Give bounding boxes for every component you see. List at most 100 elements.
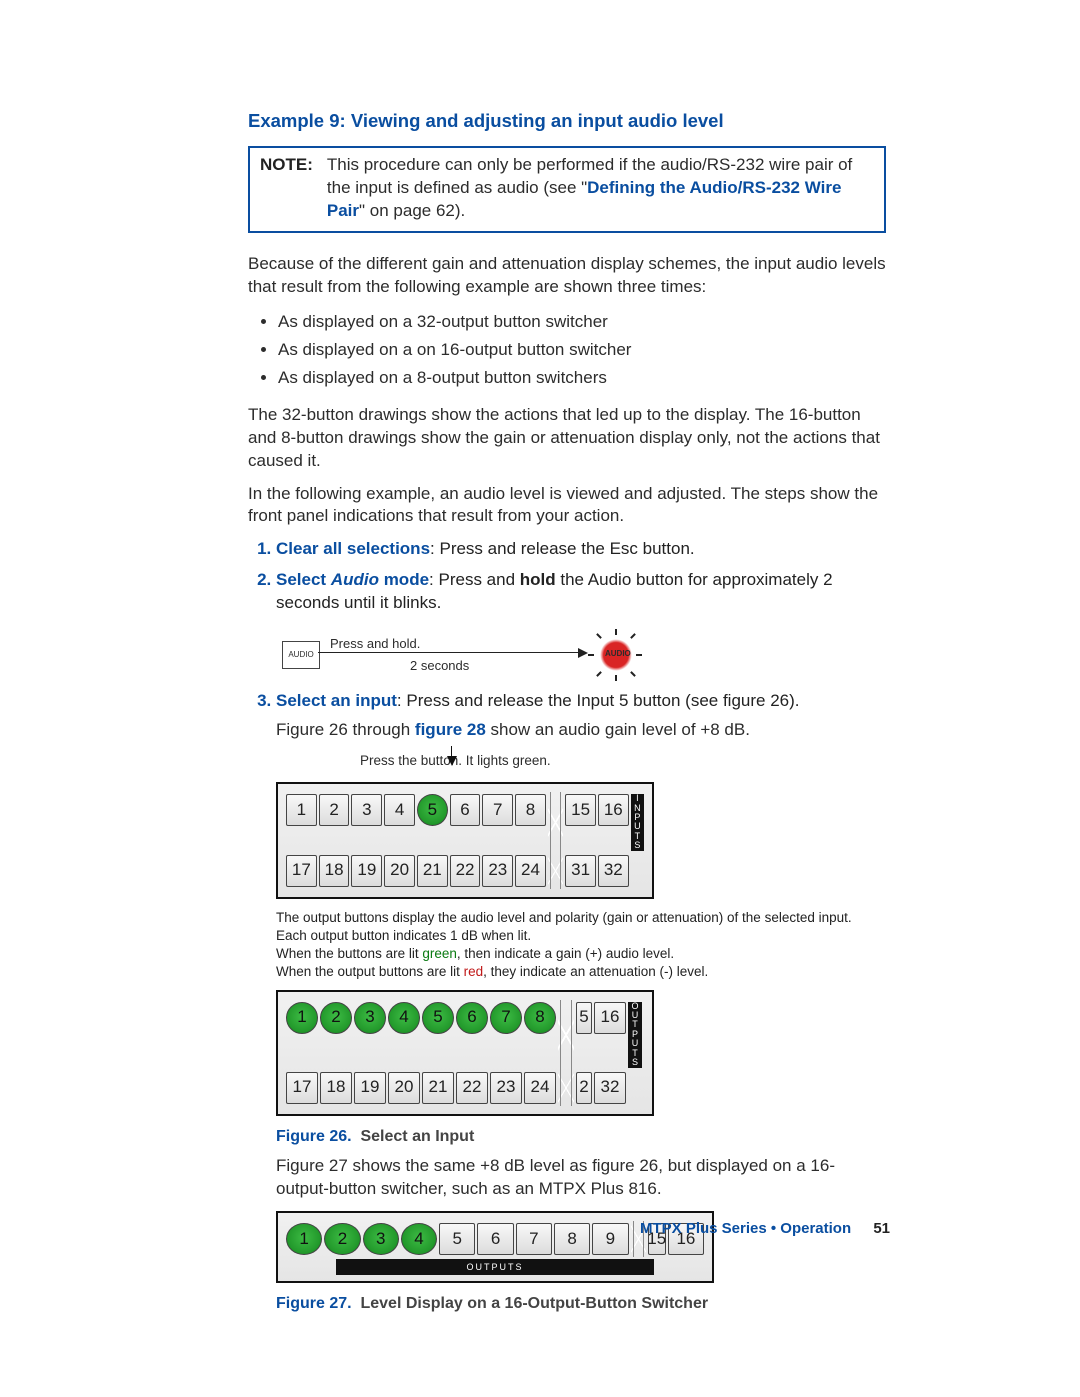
blink-tick-icon	[588, 654, 594, 656]
notes-span: , they indicate an attenuation (-) level…	[483, 964, 708, 979]
step-1: Clear all selections: Press and release …	[276, 538, 886, 561]
panel-break-icon	[548, 794, 563, 851]
step-2-label-pre: Select	[276, 570, 331, 589]
output-button-lit: 3	[363, 1223, 399, 1255]
heading-example: Example 9: Viewing and adjusting an inpu…	[248, 110, 886, 132]
inputs-vertical-label: INPUTS	[631, 794, 644, 851]
figure-28-link[interactable]: figure 28	[415, 720, 486, 739]
output-button-lit: 7	[490, 1002, 522, 1034]
output-button-lit: 6	[456, 1002, 488, 1034]
output-button: 16	[594, 1002, 626, 1034]
input-button: 18	[319, 855, 350, 887]
input-button: 23	[482, 855, 513, 887]
output-button: 9	[592, 1223, 628, 1255]
fig-line-post: show an audio gain level of +8 dB.	[486, 720, 750, 739]
input-button: 8	[515, 794, 546, 826]
note-text: This procedure can only be performed if …	[327, 154, 874, 223]
input-button: 16	[598, 794, 629, 826]
notes-span: , then indicate a gain (+) audio level.	[457, 946, 674, 961]
step-2-hold: hold	[520, 570, 556, 589]
para-32btn: The 32-button drawings show the actions …	[248, 404, 886, 473]
step-3-text: : Press and release the Input 5 button (…	[397, 691, 800, 710]
blink-tick-icon	[596, 671, 602, 677]
audio-button-blinking: AUDIO	[592, 631, 640, 679]
input-button: 31	[565, 855, 596, 887]
notes-line: Each output button indicates 1 dB when l…	[276, 927, 886, 945]
output-button-lit: 2	[324, 1223, 360, 1255]
input-button: 20	[384, 855, 415, 887]
step-2: Select Audio mode: Press and hold the Au…	[276, 569, 886, 682]
output-button-lit: 1	[286, 1223, 322, 1255]
step-2-diagram: AUDIO Press and hold. 2 seconds AUDIO	[282, 627, 842, 682]
notes-span-green: green	[422, 946, 457, 961]
step-3-label: Select an input	[276, 691, 397, 710]
outputs-vertical-label: OUTPUTS	[628, 1002, 642, 1068]
input-button: 15	[565, 794, 596, 826]
blink-tick-icon	[615, 675, 617, 681]
page-footer: MTPX Plus Series • Operation 51	[640, 1220, 890, 1237]
input-button: 21	[417, 855, 448, 887]
step-3-fig-line: Figure 26 through figure 28 show an audi…	[276, 719, 886, 742]
figure-title-text: Level Display on a 16-Output-Button Swit…	[360, 1295, 708, 1312]
notes-span: When the buttons are lit	[276, 946, 422, 961]
audio-button-outline: AUDIO	[282, 641, 320, 669]
two-seconds-caption: 2 seconds	[410, 657, 469, 675]
blink-tick-icon	[615, 629, 617, 635]
panel-break-icon	[558, 1002, 574, 1068]
blink-tick-icon	[630, 633, 636, 639]
notes-line: The output buttons display the audio lev…	[276, 909, 886, 927]
input-button: 6	[450, 794, 481, 826]
note-text-2: " on page 62).	[359, 201, 465, 220]
output-button: 5	[439, 1223, 475, 1255]
figure-number: Figure 27.	[276, 1295, 352, 1312]
output-button-lit: 2	[320, 1002, 352, 1034]
footer-page-number: 51	[873, 1220, 890, 1237]
output-button: 24	[524, 1072, 556, 1104]
output-button-partial: 5	[576, 1002, 592, 1034]
step-2-label-ital: Audio	[331, 570, 379, 589]
input-button: 19	[351, 855, 382, 887]
press-hold-caption: Press and hold.	[330, 635, 420, 653]
output-button-lit: 1	[286, 1002, 318, 1034]
para-fig27: Figure 27 shows the same +8 dB level as …	[276, 1155, 886, 1201]
output-button: 23	[490, 1072, 522, 1104]
figure-27-caption: Figure 27. Level Display on a 16-Output-…	[276, 1293, 886, 1315]
blink-tick-icon	[596, 633, 602, 639]
notes-span-red: red	[464, 964, 484, 979]
step-1-text: : Press and release the Esc button.	[430, 539, 695, 558]
output-button-lit: 4	[388, 1002, 420, 1034]
press-button-arrow: Press the button. It lights green.	[354, 752, 886, 778]
output-notes: The output buttons display the audio lev…	[276, 909, 886, 982]
input-button: 2	[319, 794, 350, 826]
para-following: In the following example, an audio level…	[248, 483, 886, 529]
step-2-label: Select Audio mode	[276, 570, 429, 589]
output-button-lit: 4	[401, 1223, 437, 1255]
list-item: As displayed on a on 16-output button sw…	[278, 337, 886, 363]
input-button: 4	[384, 794, 415, 826]
output-button-lit: 5	[422, 1002, 454, 1034]
figure-title: Select an Input	[356, 1128, 474, 1145]
output-button: 19	[354, 1072, 386, 1104]
input-button: 3	[351, 794, 382, 826]
output-button: 32	[594, 1072, 626, 1104]
step-2-label-post: mode	[379, 570, 429, 589]
figure-26-caption: Figure 26. Select an Input	[276, 1126, 886, 1148]
panel-break-icon	[548, 855, 563, 887]
figure-title-text: Select an Input	[360, 1128, 474, 1145]
blink-tick-icon	[630, 671, 636, 677]
output-button-lit: 8	[524, 1002, 556, 1034]
output-button: 8	[554, 1223, 590, 1255]
output-button: 18	[320, 1072, 352, 1104]
outputs-panel: 1 2 3 4 5 6 7 8 5 16 OUTPUTS 17	[276, 990, 886, 1116]
input-button: 22	[450, 855, 481, 887]
notes-line: When the buttons are lit green, then ind…	[276, 945, 886, 963]
list-item: As displayed on a 32-output button switc…	[278, 309, 886, 335]
inputs-panel: 1 2 3 4 5 6 7 8 15 16 INPUTS 17	[276, 782, 886, 899]
note-label: NOTE:	[260, 154, 313, 223]
figure-title: Level Display on a 16-Output-Button Swit…	[356, 1295, 708, 1312]
outputs-strip-label: OUTPUTS	[336, 1259, 654, 1275]
input-button: 32	[598, 855, 629, 887]
step-1-label: Clear all selections	[276, 539, 430, 558]
output-button: 17	[286, 1072, 318, 1104]
input-button: 7	[482, 794, 513, 826]
